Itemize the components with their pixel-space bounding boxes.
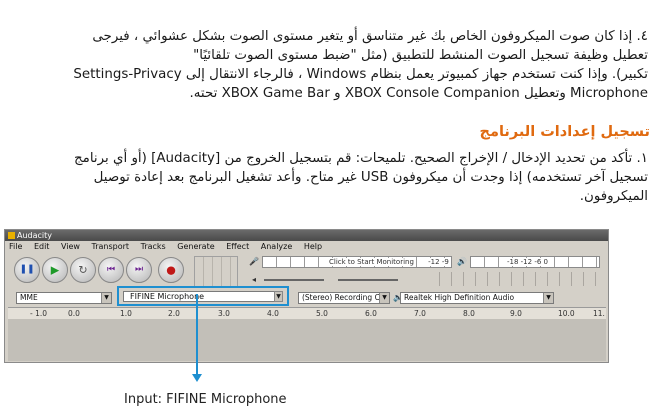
menu-tracks[interactable]: Tracks — [141, 242, 166, 251]
ruler-tick: 4.0 — [267, 309, 279, 318]
step1-paragraph: ١. تأكد من تحديد الإدخال / الإخراج الصحي… — [16, 149, 648, 206]
loop-button[interactable]: ↻ — [70, 257, 96, 283]
meter-scale: -12 -9 -6 -3 0 — [426, 258, 451, 266]
menu-transport[interactable]: Transport — [92, 242, 130, 251]
menu-bar: File Edit View Transport Tracks Generate… — [5, 241, 608, 253]
volume-slider[interactable] — [264, 279, 324, 281]
pause-button[interactable]: ❚❚ — [14, 257, 40, 283]
section-heading: تسجيل إعدادات البرنامج — [479, 124, 650, 140]
pause-icon: ❚❚ — [19, 264, 35, 275]
microphone-icon: 🎤 — [249, 257, 259, 266]
app-icon — [8, 232, 15, 239]
menu-view[interactable]: View — [61, 242, 80, 251]
volume-slider-icon[interactable]: ◂ — [248, 274, 260, 286]
text-line: ٤. إذا كان صوت الميكروفون الخاص بك غير م… — [92, 29, 648, 44]
text-line: ١. تأكد من تحديد الإدخال / الإخراج الصحي… — [74, 151, 648, 166]
callout-line — [196, 294, 198, 376]
menu-file[interactable]: File — [9, 242, 22, 251]
skip-start-icon: ⏮ — [106, 264, 116, 275]
chevron-down-icon: ▼ — [379, 293, 389, 303]
text-line: تسجيل آخر تستخدمه) إذا وجدت أن ميكروفون … — [93, 170, 648, 185]
text-line: تعطيل وظيفة تسجيل الصوت المنشط للتطبيق (… — [193, 48, 648, 63]
ruler-tick: 7.0 — [414, 309, 426, 318]
play-button[interactable]: ▶ — [42, 257, 68, 283]
device-toolbar: MME ▼ (Stereo) Recording Channels ▼ 🔈 Re… — [8, 291, 606, 306]
channels-value: (Stereo) Recording Channels — [302, 293, 389, 302]
host-value: MME — [20, 293, 38, 302]
menu-effect[interactable]: Effect — [226, 242, 249, 251]
window-title: Audacity — [17, 231, 53, 240]
channels-select[interactable]: (Stereo) Recording Channels ▼ — [298, 292, 390, 304]
input-device-select[interactable]: FIFINE Microphone ▼ — [117, 286, 289, 306]
audio-host-select[interactable]: MME ▼ — [16, 292, 112, 304]
output-device-select[interactable]: Realtek High Definition Audio ▼ — [400, 292, 554, 304]
record-icon: ● — [166, 263, 176, 277]
text-line: الميكروفون. — [579, 189, 648, 204]
ruler-tick: 10.0 — [558, 309, 575, 318]
skip-end-icon: ⏭ — [134, 264, 144, 275]
skip-start-button[interactable]: ⏮ — [98, 257, 124, 283]
loop-icon: ↻ — [78, 263, 88, 277]
ruler-tick: 2.0 — [168, 309, 180, 318]
text-line: تكبير). وإذا كنت تستخدم جهاز كمبيوتر يعم… — [73, 67, 648, 82]
arrow-down-icon — [192, 374, 202, 382]
ruler-tick: - 1.0 — [30, 309, 48, 318]
menu-help[interactable]: Help — [304, 242, 322, 251]
ruler-tick: 8.0 — [463, 309, 475, 318]
output-device-value: Realtek High Definition Audio — [404, 293, 515, 302]
ruler-tick: 6.0 — [365, 309, 377, 318]
skip-end-button[interactable]: ⏭ — [126, 257, 152, 283]
play-icon: ▶ — [50, 263, 60, 277]
chevron-down-icon: ▼ — [101, 293, 111, 303]
title-bar: Audacity — [5, 230, 608, 241]
record-button[interactable]: ● — [158, 257, 184, 283]
audacity-screenshot: Audacity File Edit View Transport Tracks… — [4, 229, 609, 363]
meter-scale: -18 -12 -6 0 — [505, 258, 550, 266]
input-device-value: FIFINE Microphone — [130, 292, 205, 301]
playback-meter[interactable]: -18 -12 -6 0 — [470, 256, 600, 268]
menu-edit[interactable]: Edit — [34, 242, 50, 251]
step4-paragraph: ٤. إذا كان صوت الميكروفون الخاص بك غير م… — [16, 27, 648, 103]
edit-toolbar[interactable] — [428, 272, 600, 286]
ruler-tick: 5.0 — [316, 309, 328, 318]
callout-label: Input: FIFINE Microphone — [124, 392, 287, 407]
menu-generate[interactable]: Generate — [177, 242, 214, 251]
ruler-tick: 11. — [593, 309, 605, 318]
meter-hint: Click to Start Monitoring — [327, 258, 416, 266]
text-line: Microphone وتعطيل XBOX Console Companion… — [189, 86, 649, 101]
ruler-tick: 3.0 — [218, 309, 230, 318]
input-device-field[interactable]: FIFINE Microphone — [123, 291, 281, 302]
track-area[interactable] — [8, 319, 606, 361]
record-meter[interactable]: Click to Start Monitoring -12 -9 -6 -3 0 — [262, 256, 452, 268]
chevron-down-icon: ▼ — [543, 293, 553, 303]
ruler-tick: 1.0 — [120, 309, 132, 318]
ruler-tick: 0.0 — [68, 309, 80, 318]
tools-palette[interactable] — [194, 256, 238, 288]
menu-analyze[interactable]: Analyze — [261, 242, 293, 251]
speaker-icon: 🔊 — [457, 257, 467, 266]
chevron-down-icon: ▼ — [274, 291, 283, 302]
toolbar: ❚❚ ▶ ↻ ⏮ ⏭ ● 🎤 Click to Start Monitoring… — [8, 254, 606, 292]
gain-slider[interactable] — [338, 279, 398, 281]
ruler-tick: 9.0 — [510, 309, 522, 318]
